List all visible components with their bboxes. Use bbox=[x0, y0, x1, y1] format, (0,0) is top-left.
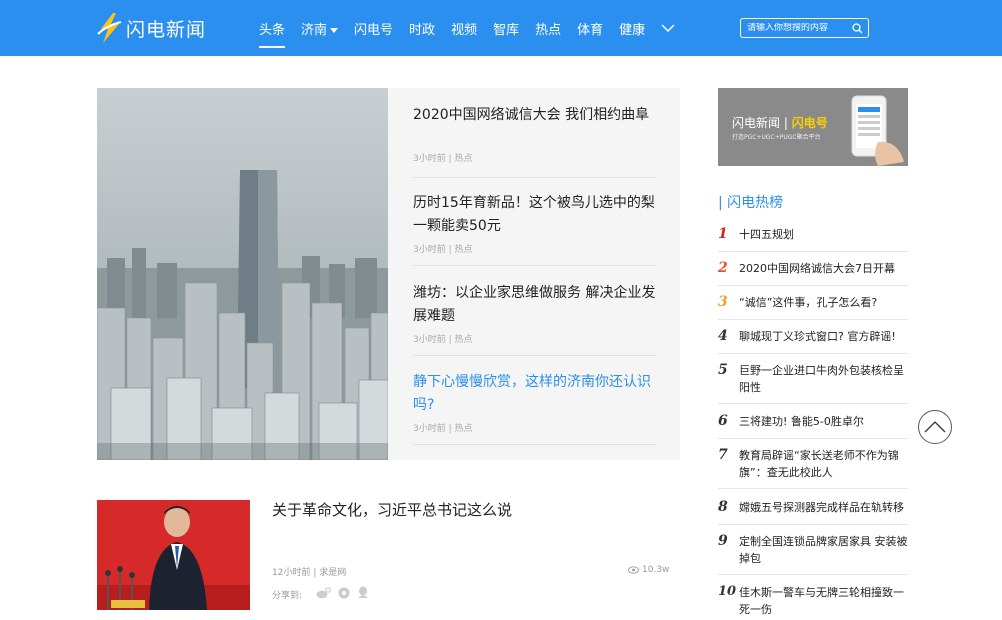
banner-subtitle: 打造PGC+UGC+PUGC聚合平台 bbox=[732, 134, 821, 141]
caret-down-icon bbox=[330, 27, 339, 33]
hot-rank: 5 bbox=[718, 362, 728, 378]
nav-item-politics[interactable]: 时政 bbox=[409, 19, 435, 38]
nav-item-video[interactable]: 视频 bbox=[451, 19, 477, 38]
eye-icon bbox=[628, 566, 639, 574]
article-title[interactable]: 关于革命文化，习近平总书记这么说 bbox=[272, 499, 512, 520]
hot-rank: 4 bbox=[718, 328, 728, 344]
hot-list-item[interactable]: 7 教育局辟谣“家长送老师不作为锦旗”：查无此校此人 bbox=[718, 447, 908, 489]
nav-item-label: 济南 bbox=[301, 22, 328, 38]
news-meta: 3小时前 | 热点 bbox=[413, 424, 473, 434]
feature-city-image[interactable] bbox=[97, 88, 388, 460]
news-meta: 3小时前 | 热点 bbox=[413, 245, 473, 255]
nav-item-headline[interactable]: 头条 bbox=[259, 19, 286, 48]
banner-brand: 闪电新闻 bbox=[732, 116, 781, 130]
news-title[interactable]: 历时15年育新品！这个被鸟儿选中的梨一颗能卖50元 bbox=[413, 192, 656, 238]
hot-rank: 8 bbox=[718, 499, 728, 515]
city-skyline-image bbox=[97, 88, 388, 460]
feature-news-item[interactable]: 历时15年育新品！这个被鸟儿选中的梨一颗能卖50元 3小时前 | 热点 bbox=[413, 192, 656, 266]
article-thumbnail[interactable] bbox=[97, 500, 250, 610]
article-meta: 12小时前 | 求是网 bbox=[272, 568, 347, 578]
hot-text[interactable]: 定制全国连锁品牌家居家具 安装被掉包 bbox=[739, 533, 908, 574]
news-title[interactable]: 潍坊：以企业家思维做服务 解决企业发展难题 bbox=[413, 282, 656, 328]
hot-list-item[interactable]: 2 2020中国网络诚信大会7日开幕 bbox=[718, 260, 908, 286]
feature-news-item[interactable]: 2020中国网络诚信大会 我们相约曲阜 3小时前 | 热点 bbox=[413, 104, 656, 178]
phone-in-hand-image bbox=[851, 95, 904, 166]
hot-rank: 3 bbox=[718, 294, 728, 310]
lightning-logo-icon bbox=[97, 13, 122, 43]
hot-text[interactable]: 2020中国网络诚信大会7日开幕 bbox=[739, 260, 895, 285]
qzone-share-icon[interactable] bbox=[338, 587, 350, 602]
banner-highlight: 闪电号 bbox=[791, 116, 828, 130]
banner-title: 闪电新闻 | 闪电号 bbox=[732, 114, 828, 131]
hot-list-item[interactable]: 10 佳木斯一警车与无牌三轮相撞致一死一伤 bbox=[718, 584, 908, 620]
hot-rank: 9 bbox=[718, 533, 728, 549]
site-logo[interactable]: 闪电新闻 bbox=[96, 10, 206, 46]
share-label: 分享到: bbox=[272, 590, 303, 601]
hot-list-title: | 闪电热榜 bbox=[718, 195, 784, 211]
search-input[interactable] bbox=[747, 23, 847, 33]
hot-text[interactable]: 嫦娥五号探测器完成样品在轨转移 bbox=[739, 499, 904, 524]
weibo-share-icon[interactable] bbox=[316, 586, 331, 602]
back-to-top-button[interactable] bbox=[918, 410, 952, 444]
news-meta: 3小时前 | 热点 bbox=[413, 335, 473, 345]
view-count-text: 10.3w bbox=[642, 565, 670, 575]
banner-divider: | bbox=[783, 116, 788, 130]
hot-text[interactable]: 三将建功! 鲁能5-0胜卓尔 bbox=[739, 413, 864, 438]
search-icon[interactable] bbox=[852, 23, 863, 34]
hot-text[interactable]: 巨野一企业进口牛肉外包装核检呈阳性 bbox=[739, 362, 908, 403]
hot-list-item[interactable]: 3 “诚信”这件事，孔子怎么看? bbox=[718, 294, 908, 320]
hot-rank: 6 bbox=[718, 413, 728, 429]
hot-rank: 10 bbox=[718, 584, 737, 599]
logo-text: 闪电新闻 bbox=[126, 18, 207, 41]
nav-item-hot[interactable]: 热点 bbox=[535, 19, 561, 38]
main-nav: 头条 济南 闪电号 时政 视频 智库 热点 体育 健康 bbox=[259, 0, 691, 56]
speaker-photo-image bbox=[97, 500, 250, 610]
news-meta: 3小时前 | 热点 bbox=[413, 154, 473, 164]
nav-item-jinan[interactable]: 济南 bbox=[301, 19, 339, 38]
chevron-up-icon bbox=[924, 421, 946, 433]
hot-rank: 7 bbox=[718, 447, 728, 463]
hot-list-item[interactable]: 5 巨野一企业进口牛肉外包装核检呈阳性 bbox=[718, 362, 908, 404]
search-box bbox=[740, 18, 869, 38]
feature-news-item[interactable]: 潍坊：以企业家思维做服务 解决企业发展难题 3小时前 | 热点 bbox=[413, 282, 656, 356]
feature-news-item[interactable]: 静下心慢慢欣赏，这样的济南你还认识吗? 3小时前 | 热点 bbox=[413, 371, 656, 445]
view-count: 10.3w bbox=[628, 565, 669, 575]
hot-list-item[interactable]: 4 聊城现丁义珍式窗口? 官方辟谣! bbox=[718, 328, 908, 354]
feature-block: 2020中国网络诚信大会 我们相约曲阜 3小时前 | 热点 历时15年育新品！这… bbox=[97, 88, 680, 460]
top-header: 闪电新闻 头条 济南 闪电号 时政 视频 智库 热点 体育 健康 bbox=[0, 0, 1002, 56]
hot-rank: 2 bbox=[718, 260, 728, 276]
shandianhao-banner[interactable]: 闪电新闻 | 闪电号 打造PGC+UGC+PUGC聚合平台 bbox=[718, 88, 908, 166]
hot-list-item[interactable]: 9 定制全国连锁品牌家居家具 安装被掉包 bbox=[718, 533, 908, 575]
hot-text[interactable]: “诚信”这件事，孔子怎么看? bbox=[739, 294, 877, 319]
hot-text[interactable]: 十四五规划 bbox=[739, 226, 794, 251]
hot-text[interactable]: 教育局辟谣“家长送老师不作为锦旗”：查无此校此人 bbox=[739, 447, 908, 488]
hot-rank: 1 bbox=[718, 226, 728, 242]
hot-list-item[interactable]: 1 十四五规划 bbox=[718, 226, 908, 252]
nav-item-thinktank[interactable]: 智库 bbox=[493, 19, 519, 38]
qq-share-icon[interactable] bbox=[357, 586, 369, 602]
hot-text[interactable]: 佳木斯一警车与无牌三轮相撞致一死一伤 bbox=[739, 584, 908, 620]
nav-item-health[interactable]: 健康 bbox=[619, 19, 645, 38]
nav-item-shandianhao[interactable]: 闪电号 bbox=[354, 19, 393, 38]
chevron-down-icon bbox=[661, 24, 675, 33]
share-bar: 分享到: bbox=[272, 586, 369, 602]
hot-list-item[interactable]: 6 三将建功! 鲁能5-0胜卓尔 bbox=[718, 413, 908, 439]
nav-more-button[interactable] bbox=[661, 21, 675, 36]
hot-list-item[interactable]: 8 嫦娥五号探测器完成样品在轨转移 bbox=[718, 499, 908, 525]
news-title[interactable]: 2020中国网络诚信大会 我们相约曲阜 bbox=[413, 104, 656, 127]
hot-text[interactable]: 聊城现丁义珍式窗口? 官方辟谣! bbox=[739, 328, 896, 353]
news-title[interactable]: 静下心慢慢欣赏，这样的济南你还认识吗? bbox=[413, 371, 656, 417]
nav-item-sports[interactable]: 体育 bbox=[577, 19, 603, 38]
